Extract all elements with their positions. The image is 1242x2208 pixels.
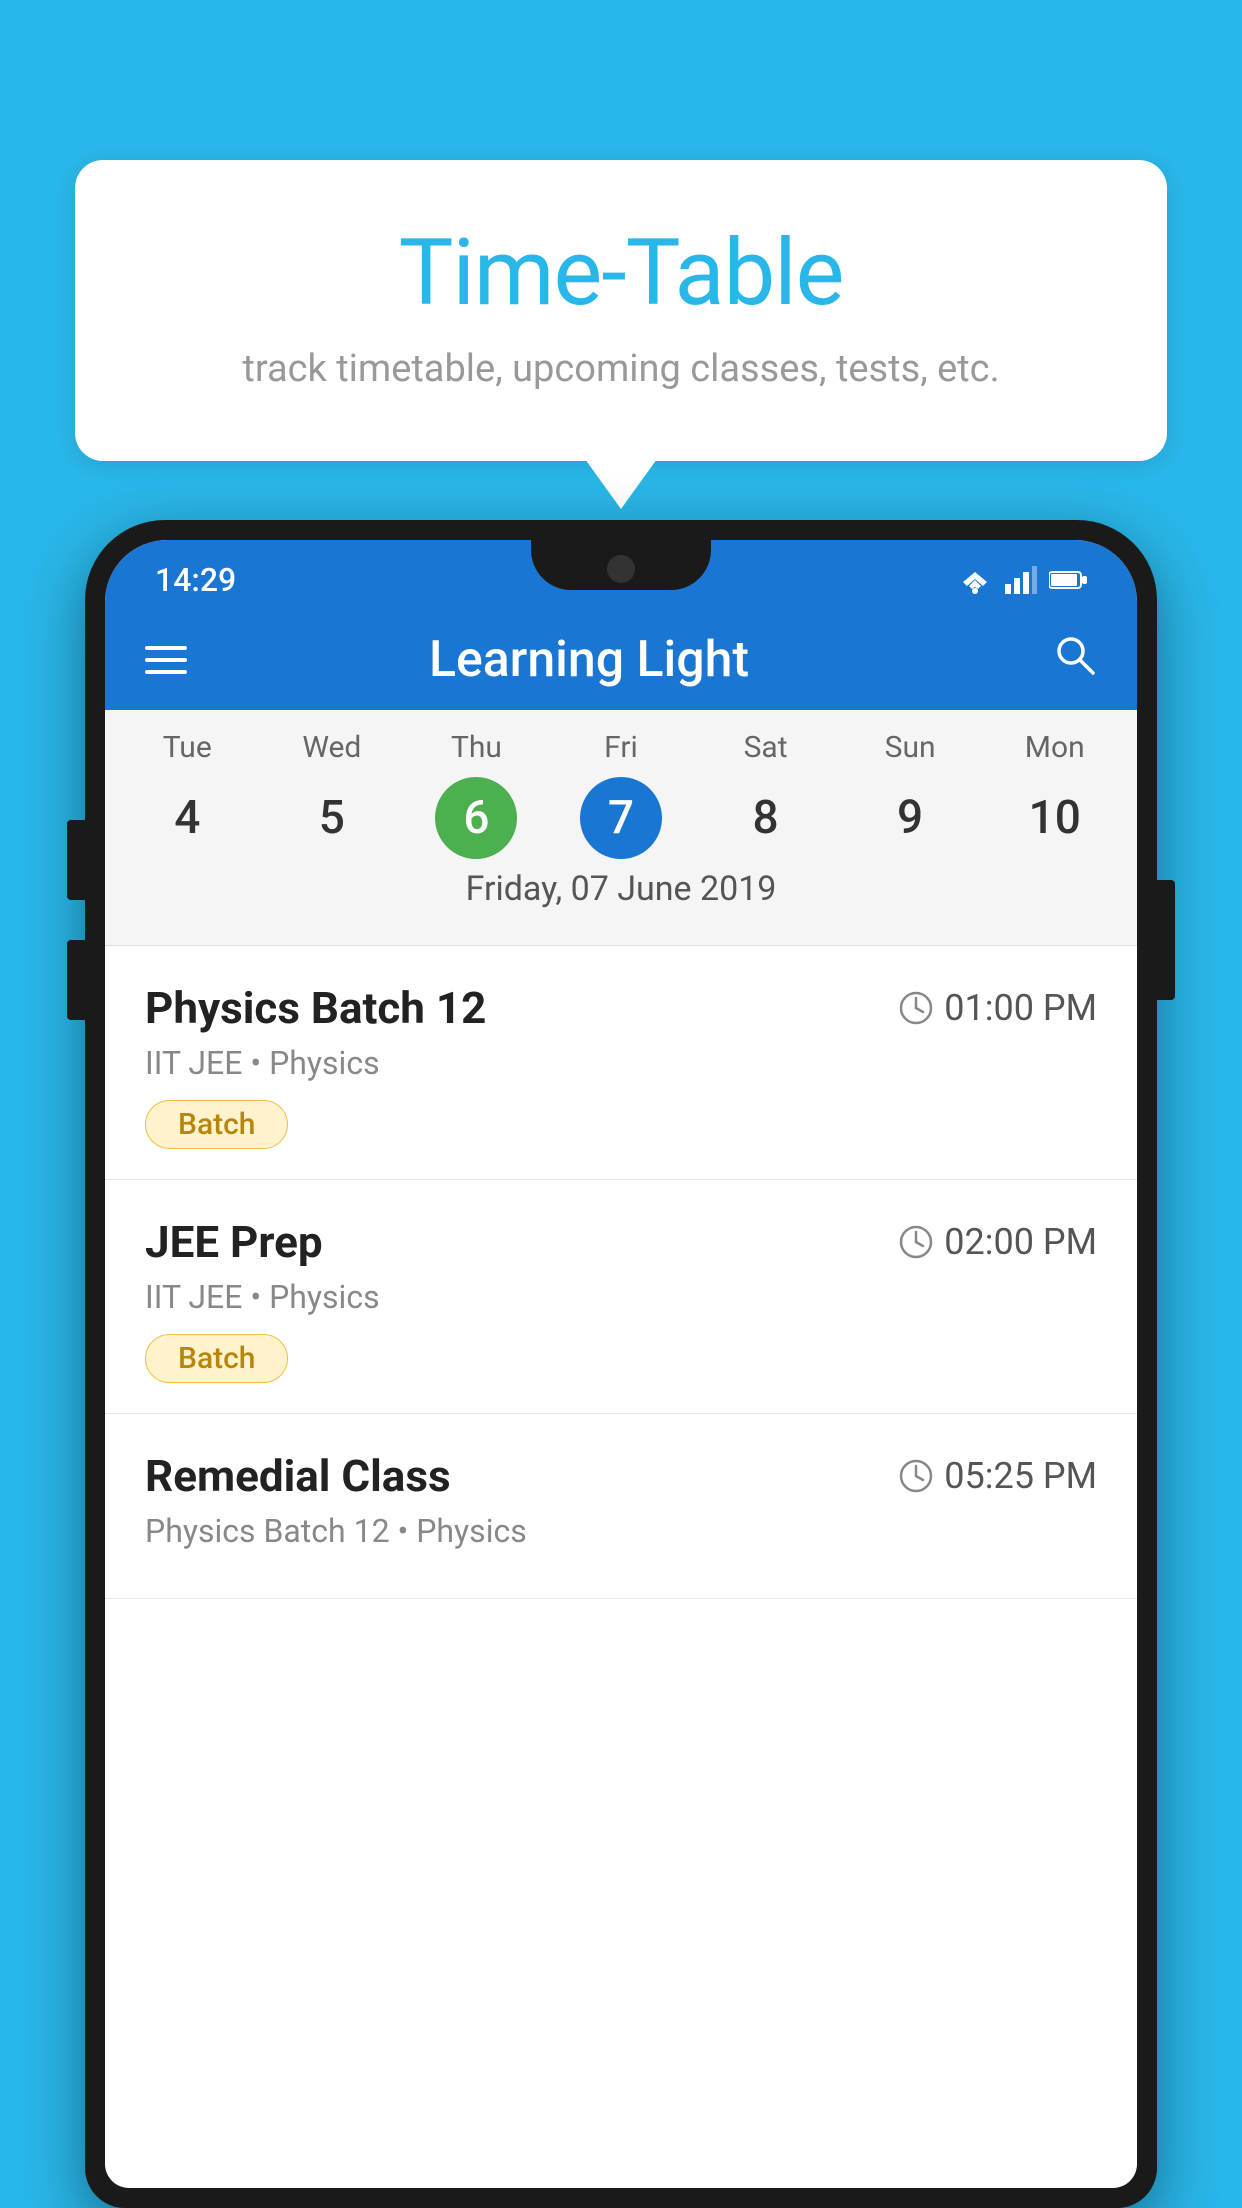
app-title: Learning Light (217, 631, 961, 689)
calendar-strip: Tue 4 Wed 5 Thu 6 Fri 7 Sat 8 (105, 710, 1137, 946)
day-label-tue: Tue (163, 730, 212, 765)
app-bar: Learning Light (105, 610, 1137, 710)
status-icons (957, 566, 1087, 594)
clock-icon-1 (898, 990, 934, 1026)
class-item-1[interactable]: Physics Batch 12 01:00 PM IIT JEE • Phys… (105, 946, 1137, 1180)
class-name-3: Remedial Class (145, 1450, 451, 1502)
power-button (1157, 880, 1175, 1000)
phone-screen: 14:29 (105, 540, 1137, 2188)
day-label-wed: Wed (302, 730, 361, 765)
phone-frame: 14:29 (85, 520, 1157, 2208)
class-item-header-3: Remedial Class 05:25 PM (145, 1450, 1097, 1502)
class-list: Physics Batch 12 01:00 PM IIT JEE • Phys… (105, 946, 1137, 1599)
volume-up-button (67, 820, 85, 900)
class-meta-2: IIT JEE • Physics (145, 1278, 1097, 1316)
menu-line-2 (145, 658, 187, 662)
day-number-sat: 8 (725, 777, 807, 859)
class-time-2: 02:00 PM (898, 1221, 1097, 1263)
day-cell-mon[interactable]: Mon 10 (982, 730, 1127, 859)
day-cell-sat[interactable]: Sat 8 (693, 730, 838, 859)
day-cell-tue[interactable]: Tue 4 (115, 730, 260, 859)
day-number-tue: 4 (146, 777, 228, 859)
class-item-3[interactable]: Remedial Class 05:25 PM Physics Batch 12… (105, 1414, 1137, 1599)
class-meta-3: Physics Batch 12 • Physics (145, 1512, 1097, 1550)
class-name-2: JEE Prep (145, 1216, 323, 1268)
status-time: 14:29 (155, 561, 236, 599)
wifi-icon (957, 566, 993, 594)
day-cell-sun[interactable]: Sun 9 (838, 730, 983, 859)
day-number-sun: 9 (869, 777, 951, 859)
clock-icon-3 (898, 1458, 934, 1494)
class-item-header-2: JEE Prep 02:00 PM (145, 1216, 1097, 1268)
day-label-sun: Sun (885, 730, 936, 765)
day-label-mon: Mon (1025, 730, 1085, 765)
class-item-header-1: Physics Batch 12 01:00 PM (145, 982, 1097, 1034)
day-cell-thu[interactable]: Thu 6 (404, 730, 549, 859)
search-button[interactable] (1051, 631, 1097, 689)
day-label-sat: Sat (744, 730, 788, 765)
day-number-mon: 10 (1014, 777, 1096, 859)
phone-notch (531, 540, 711, 590)
class-time-1: 01:00 PM (898, 987, 1097, 1029)
batch-badge-2: Batch (145, 1334, 288, 1383)
volume-down-button (67, 940, 85, 1020)
class-time-3: 05:25 PM (898, 1455, 1097, 1497)
menu-line-3 (145, 670, 187, 674)
battery-icon (1049, 570, 1087, 590)
day-number-fri: 7 (580, 777, 662, 859)
bubble-subtitle: track timetable, upcoming classes, tests… (155, 347, 1087, 391)
day-number-thu: 6 (435, 777, 517, 859)
day-number-wed: 5 (291, 777, 373, 859)
menu-line-1 (145, 646, 187, 650)
class-item-2[interactable]: JEE Prep 02:00 PM IIT JEE • Physics Batc… (105, 1180, 1137, 1414)
speech-bubble: Time-Table track timetable, upcoming cla… (75, 160, 1167, 461)
bubble-title: Time-Table (155, 220, 1087, 327)
day-label-fri: Fri (604, 730, 638, 765)
signal-icon (1005, 566, 1037, 594)
day-cell-fri[interactable]: Fri 7 (549, 730, 694, 859)
batch-badge-1: Batch (145, 1100, 288, 1149)
day-label-thu: Thu (451, 730, 502, 765)
speech-bubble-section: Time-Table track timetable, upcoming cla… (75, 160, 1167, 461)
phone-camera (607, 555, 635, 583)
class-meta-1: IIT JEE • Physics (145, 1044, 1097, 1082)
day-cell-wed[interactable]: Wed 5 (260, 730, 405, 859)
class-name-1: Physics Batch 12 (145, 982, 486, 1034)
menu-button[interactable] (145, 646, 187, 674)
selected-date: Friday, 07 June 2019 (105, 859, 1137, 925)
days-row: Tue 4 Wed 5 Thu 6 Fri 7 Sat 8 (105, 730, 1137, 859)
clock-icon-2 (898, 1224, 934, 1260)
